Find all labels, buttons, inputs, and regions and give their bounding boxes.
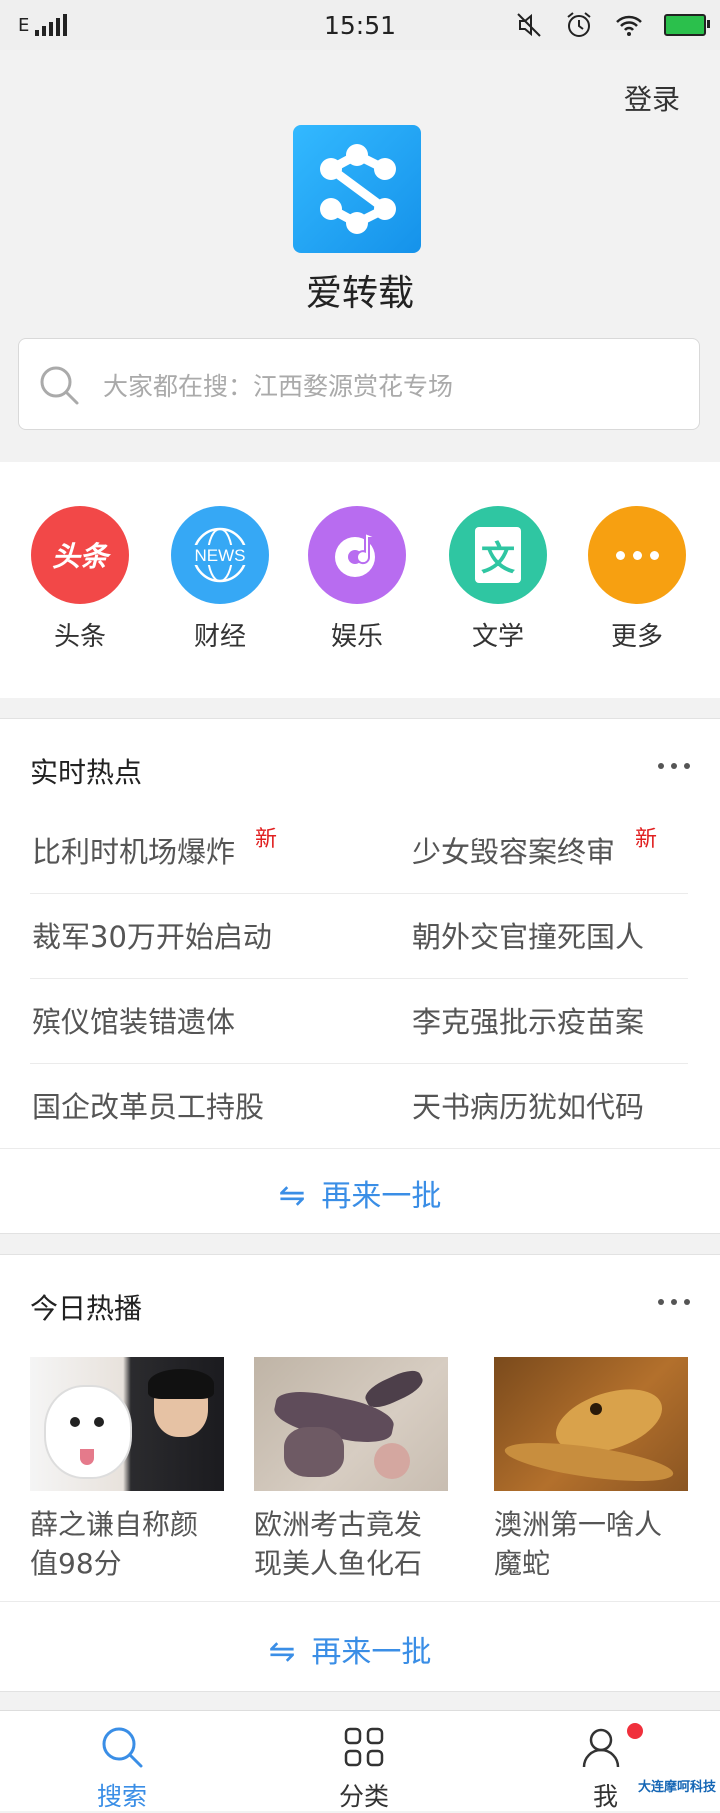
toutiao-icon: 头条 bbox=[31, 506, 129, 604]
wifi-icon bbox=[616, 15, 642, 36]
category-label: 文学 bbox=[471, 622, 524, 652]
nav-search[interactable]: 搜索 bbox=[62, 1725, 182, 1813]
video-card[interactable]: 薛之谦自称颜 值98分 bbox=[30, 1357, 230, 1583]
hot-item[interactable]: 少女毁容案终审新 bbox=[412, 827, 657, 871]
hot-row: 国企改革员工持股 天书病历犹如代码 bbox=[0, 1064, 720, 1149]
search-input[interactable]: 大家都在搜：江西婺源赏花专场 bbox=[18, 338, 700, 430]
new-badge: 新 bbox=[255, 827, 278, 852]
today-title: 今日热播 bbox=[30, 1292, 143, 1325]
realtime-refresh-button[interactable]: ⇋ 再来一批 bbox=[0, 1171, 720, 1215]
refresh-icon: ⇋ bbox=[278, 1176, 306, 1214]
app-logo bbox=[293, 125, 421, 253]
video-title: 澳洲第一啥人 魔蛇 bbox=[494, 1508, 663, 1580]
category-more[interactable]: 更多 bbox=[587, 506, 687, 653]
divider bbox=[0, 1601, 720, 1602]
share-link-icon bbox=[320, 144, 396, 234]
category-label: 娱乐 bbox=[330, 622, 383, 652]
refresh-icon: ⇋ bbox=[268, 1632, 296, 1670]
hot-item[interactable]: 比利时机场爆炸新 bbox=[32, 827, 277, 871]
login-button[interactable]: 登录 bbox=[624, 78, 680, 118]
hot-item[interactable]: 国企改革员工持股 bbox=[32, 1084, 264, 1126]
alarm-icon bbox=[567, 12, 591, 37]
video-title: 欧洲考古竟发 现美人鱼化石 bbox=[254, 1508, 423, 1580]
hot-row: 殡仪馆装错遗体 李克强批示疫苗案 bbox=[30, 979, 688, 1064]
search-icon bbox=[102, 1727, 143, 1768]
mute-icon bbox=[517, 13, 541, 37]
category-toutiao[interactable]: 头条 头条 bbox=[30, 506, 130, 653]
today-more-icon[interactable] bbox=[658, 1299, 690, 1305]
music-disc-icon bbox=[308, 506, 406, 604]
realtime-more-icon[interactable] bbox=[658, 763, 690, 769]
new-badge: 新 bbox=[635, 827, 658, 852]
hot-item[interactable]: 殡仪馆装错遗体 bbox=[32, 999, 235, 1041]
category-label: 财经 bbox=[193, 622, 246, 652]
video-thumbnail bbox=[494, 1357, 688, 1491]
hot-item[interactable]: 天书病历犹如代码 bbox=[412, 1084, 644, 1126]
nav-category[interactable]: 分类 bbox=[304, 1725, 424, 1813]
category-finance[interactable]: NEWS 财经 bbox=[170, 506, 270, 653]
book-icon: 文 bbox=[449, 506, 547, 604]
svg-text:NEWS: NEWS bbox=[195, 546, 246, 565]
search-icon bbox=[40, 366, 79, 405]
category-literature[interactable]: 文 文学 bbox=[448, 506, 548, 653]
today-hot-card: 今日热播 薛之谦自称颜值98分 欧洲考古竟发现美人鱼化石 澳洲第一啥人魔蛇 bbox=[0, 1254, 720, 1692]
nav-label: 搜索 bbox=[96, 1782, 147, 1811]
hot-row: 裁军30万开始启动 朝外交官撞死国人 bbox=[30, 894, 688, 979]
nav-label: 分类 bbox=[338, 1782, 389, 1811]
video-thumbnail bbox=[254, 1357, 448, 1491]
category-label: 头条 bbox=[53, 622, 106, 652]
today-refresh-button[interactable]: ⇋ 再来一批 bbox=[0, 1627, 710, 1671]
battery-icon bbox=[664, 14, 710, 36]
search-placeholder: 大家都在搜：江西婺源赏花专场 bbox=[103, 372, 454, 401]
hot-row: 比利时机场爆炸新 少女毁容案终审新 bbox=[30, 809, 688, 894]
watermark: 大连摩呵科技 bbox=[637, 1780, 716, 1795]
hot-item[interactable]: 裁军30万开始启动 bbox=[32, 914, 272, 956]
status-icons bbox=[514, 10, 710, 40]
category-entertainment[interactable]: 娱乐 bbox=[307, 506, 407, 653]
app-name: 爱转载 bbox=[305, 273, 414, 314]
realtime-hot-card: 实时热点 比利时机场爆炸新 少女毁容案终审新 裁军30万开始启动 朝外交官撞死国… bbox=[0, 718, 720, 1234]
user-icon bbox=[582, 1728, 620, 1768]
hot-item[interactable]: 朝外交官撞死国人 bbox=[412, 914, 644, 956]
news-globe-icon: NEWS bbox=[171, 506, 269, 604]
hot-item[interactable]: 李克强批示疫苗案 bbox=[412, 999, 644, 1041]
grid-icon bbox=[344, 1727, 384, 1767]
category-label: 更多 bbox=[610, 622, 663, 652]
status-bar: E 15:51 bbox=[0, 0, 720, 50]
realtime-title: 实时热点 bbox=[30, 756, 143, 789]
category-panel: 头条 头条 NEWS 财经 娱乐 文 文学 更多 bbox=[0, 462, 720, 698]
more-icon bbox=[588, 506, 686, 604]
video-card[interactable]: 欧洲考古竟发 现美人鱼化石 bbox=[254, 1357, 454, 1583]
nav-me[interactable]: 我 bbox=[541, 1725, 661, 1813]
bottom-nav: 搜索 分类 我 bbox=[0, 1710, 720, 1811]
video-card[interactable]: 澳洲第一啥人 魔蛇 bbox=[494, 1357, 694, 1583]
notification-dot bbox=[627, 1723, 643, 1739]
video-title: 薛之谦自称颜 值98分 bbox=[30, 1508, 199, 1580]
video-thumbnail bbox=[30, 1357, 224, 1491]
